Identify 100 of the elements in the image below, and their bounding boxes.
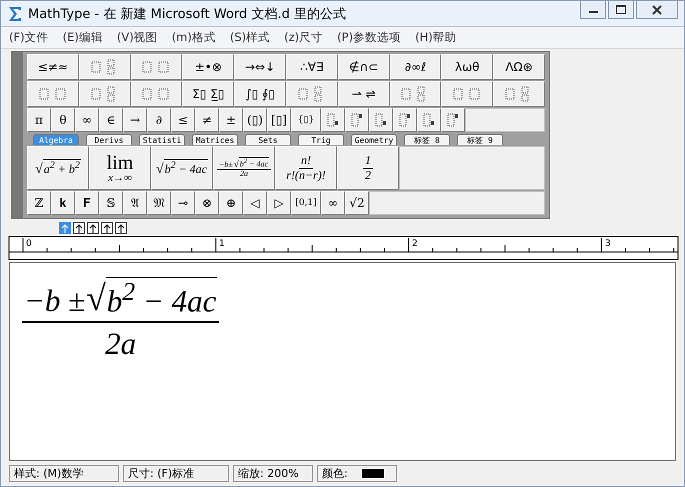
symbol-button[interactable]: ∂ [147,108,171,132]
template-icon [350,112,364,128]
symbol-palette-button[interactable]: ∴∀∃ [286,54,338,80]
template-icon [446,112,460,128]
nudge-button[interactable] [73,222,85,234]
symbol-button[interactable]: ℤ [27,191,51,215]
symbol-button[interactable] [393,108,417,132]
palette-tab[interactable]: 标签 8 [404,134,450,145]
symbol-button[interactable]: ≤ [171,108,195,132]
symbol-button[interactable]: π [27,108,51,132]
symbol-button[interactable]: ≠ [195,108,219,132]
expression-template-button[interactable]: 1 2 [337,146,399,190]
palette-tab[interactable]: 标签 9 [457,134,503,145]
nudge-button[interactable] [101,222,113,234]
symbol-button[interactable]: ± [219,108,243,132]
template-palette-button[interactable]: ∫▯ ∮▯ [234,81,286,107]
template-palette-button[interactable]: Σ▯ Σ̲▯ [182,81,234,107]
expression-template-button[interactable]: √b$^{2}$ − 4ac [151,146,213,190]
symbol-button[interactable]: 𝐅 [75,191,99,215]
symbol-button[interactable]: → [123,108,147,132]
palette-tab[interactable]: Statisti [139,134,185,145]
style-status: 样式: (M)数学 [9,465,119,482]
palette-tab[interactable]: Trig [298,134,344,145]
close-button[interactable] [636,1,678,19]
expression-template-button[interactable]: lim x→∞ [89,146,151,190]
symbol-button[interactable]: ⊕ [219,191,243,215]
symbol-palette-button[interactable]: ∉∩⊂ [338,54,390,80]
symbol-palette-button[interactable] [130,54,182,80]
template-palette-button[interactable] [441,81,494,107]
maximize-button[interactable] [608,1,634,19]
template-palette-button[interactable] [130,81,182,107]
template-icon [141,86,172,102]
menu-item[interactable]: (m)格式 [172,30,216,45]
ruler-label: 1 [219,239,225,249]
window-title: MathType - 在 新建 Microsoft Word 文档.d 里的公式 [28,6,347,22]
symbol-button[interactable] [441,108,465,132]
symbol-button[interactable]: (▯) [243,108,267,132]
symbol-palette-button[interactable]: →⇔↓ [234,54,286,80]
menu-item[interactable]: (H)帮助 [415,30,457,45]
symbol-button[interactable] [417,108,441,132]
symbol-button[interactable]: ⊸ [171,191,195,215]
symbol-button[interactable] [369,108,393,132]
template-icon [326,112,340,128]
menu-item[interactable]: (E)编辑 [62,30,103,45]
template-icon [141,59,172,75]
close-icon [652,4,662,14]
symbol-palette-button[interactable]: ΛΩ⊛ [493,54,545,80]
symbol-palette-button[interactable] [78,54,131,80]
nudge-button[interactable] [115,222,127,234]
symbol-button[interactable]: ∈ [99,108,123,132]
symbol-button[interactable]: {▯} [291,108,321,132]
palette-tab[interactable]: Matrices [192,134,238,145]
menu-item[interactable]: (P)参数选项 [337,30,402,45]
symbol-button[interactable]: ⊗ [195,191,219,215]
symbol-button[interactable] [345,108,369,132]
minimize-button[interactable] [580,1,606,19]
ruler-label: 2 [412,239,418,249]
symbol-button[interactable]: [0,1] [291,191,321,215]
symbol-button[interactable]: ▷ [267,191,291,215]
symbol-palette-button[interactable]: ±•⊗ [182,54,234,80]
expression-template-button[interactable]: n! r!(n−r)! [275,146,337,190]
menu-item[interactable]: (S)样式 [230,30,270,45]
symbol-palette-button[interactable]: ∂∞ℓ [390,54,442,80]
symbol-button[interactable]: [▯] [267,108,291,132]
palette-tab[interactable]: Derivs [86,134,132,145]
size-status: 尺寸: (F)标准 [123,465,229,482]
symbol-button[interactable]: 𝐤 [51,191,75,215]
template-icon [398,112,412,128]
template-palette-button[interactable] [390,81,442,107]
up-arrow-icon [103,224,111,232]
expression-template-button[interactable]: −b±√b$^{2}$ − 4ac 2a [213,146,275,190]
symbol-button[interactable]: θ [51,108,75,132]
template-palette-button[interactable] [493,81,545,107]
symbol-button[interactable]: 𝔐 [147,191,171,215]
template-palette-button[interactable] [286,81,338,107]
symbol-palette-button[interactable]: λωθ [441,54,494,80]
symbol-button[interactable]: ◁ [243,191,267,215]
symbol-button[interactable]: √2 [345,191,369,215]
nudge-button[interactable] [87,222,99,234]
template-icon [38,86,68,102]
menu-item[interactable]: (F)文件 [9,30,49,45]
palette-tab[interactable]: Geometry [351,134,397,145]
equation: −b ±√b$^{2}$ − 4ac 2a [22,277,220,362]
symbol-palette-button[interactable]: ≤≠≈ [27,54,79,80]
sigma-icon [7,6,23,22]
symbol-button[interactable]: ∞ [321,191,345,215]
symbol-button[interactable]: 𝔄 [123,191,147,215]
ruler-label: 0 [26,239,32,249]
expression-template-button[interactable]: √a$^{2}$ + b$^{2}$ [27,146,89,190]
color-status: 颜色: [322,466,348,481]
template-palette-button[interactable] [78,81,131,107]
menu-item[interactable]: (z)尺寸 [284,30,324,45]
symbol-button[interactable] [321,108,345,132]
symbol-button[interactable]: ∞ [75,108,99,132]
menu-item[interactable]: (V)视图 [116,30,158,45]
symbol-button[interactable]: 𝕊 [99,191,123,215]
template-palette-button[interactable] [27,81,79,107]
palette-tab[interactable]: Sets [245,134,291,145]
template-palette-button[interactable]: ⇀ ⇌ [338,81,390,107]
template-icon [422,112,436,128]
